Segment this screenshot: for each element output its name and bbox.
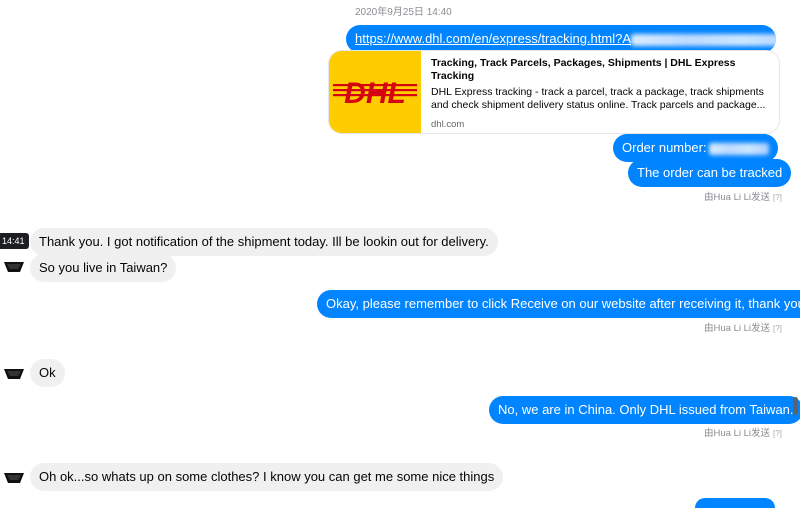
tracking-link[interactable]: https://www.dhl.com/en/express/tracking.… (355, 31, 631, 46)
avatar[interactable] (4, 259, 24, 278)
incoming-message-bubble[interactable]: Oh ok...so whats up on some clothes? I k… (30, 463, 504, 491)
link-preview-card[interactable]: DHL Tracking, Track Parcels, Packages, S… (328, 50, 780, 134)
svg-text:DHL: DHL (344, 77, 406, 110)
incoming-message-bubble[interactable]: So you live in Taiwan? (30, 254, 177, 282)
help-link[interactable]: [?] (773, 324, 782, 333)
outgoing-message-bubble[interactable]: Okay, please remember to click Receive o… (317, 290, 800, 318)
order-number-label: Order number: (622, 140, 707, 155)
link-preview-title: Tracking, Track Parcels, Packages, Shipm… (431, 57, 736, 82)
link-preview-domain: dhl.com (431, 119, 465, 130)
sent-by-label: 由Hua Li Li发送 [?] (704, 189, 782, 203)
avatar[interactable] (4, 366, 24, 385)
sent-by-label: 由Hua Li Li发送 [?] (704, 425, 782, 439)
dhl-logo: DHL (329, 51, 421, 133)
outgoing-message-bubble[interactable]: No, we are in China. Only DHL issued fro… (489, 396, 800, 424)
redacted-area (631, 33, 776, 46)
link-preview-description: DHL Express tracking - track a parcel, t… (431, 86, 766, 111)
avatar[interactable] (4, 470, 24, 489)
sent-by-label: 由Hua Li Li发送 [?] (704, 320, 782, 334)
sent-by-text: 由Hua Li Li发送 (704, 428, 770, 439)
message-timestamp: 2020年9月25日 14:40 (355, 7, 452, 18)
scrollbar-thumb[interactable] (793, 397, 798, 415)
link-message-bubble[interactable]: https://www.dhl.com/en/express/tracking.… (346, 25, 776, 53)
redacted-area (708, 142, 769, 155)
incoming-message-bubble[interactable]: Ok (30, 359, 65, 387)
order-number-bubble[interactable]: Order number: (613, 134, 778, 162)
incoming-message-bubble[interactable]: Thank you. I got notification of the shi… (30, 228, 498, 256)
avatar-icon (4, 369, 24, 379)
time-badge: 14:41 (0, 233, 29, 249)
help-link[interactable]: [?] (773, 193, 782, 202)
tracked-message-bubble[interactable]: The order can be tracked (628, 159, 792, 187)
avatar-icon (4, 473, 24, 483)
sent-by-text: 由Hua Li Li发送 (704, 323, 770, 334)
help-link[interactable]: [?] (773, 429, 782, 438)
outgoing-message-bubble-partial[interactable] (695, 498, 775, 508)
avatar-icon (4, 262, 24, 272)
dhl-logo-icon: DHL (329, 51, 421, 133)
sent-by-text: 由Hua Li Li发送 (704, 192, 770, 203)
